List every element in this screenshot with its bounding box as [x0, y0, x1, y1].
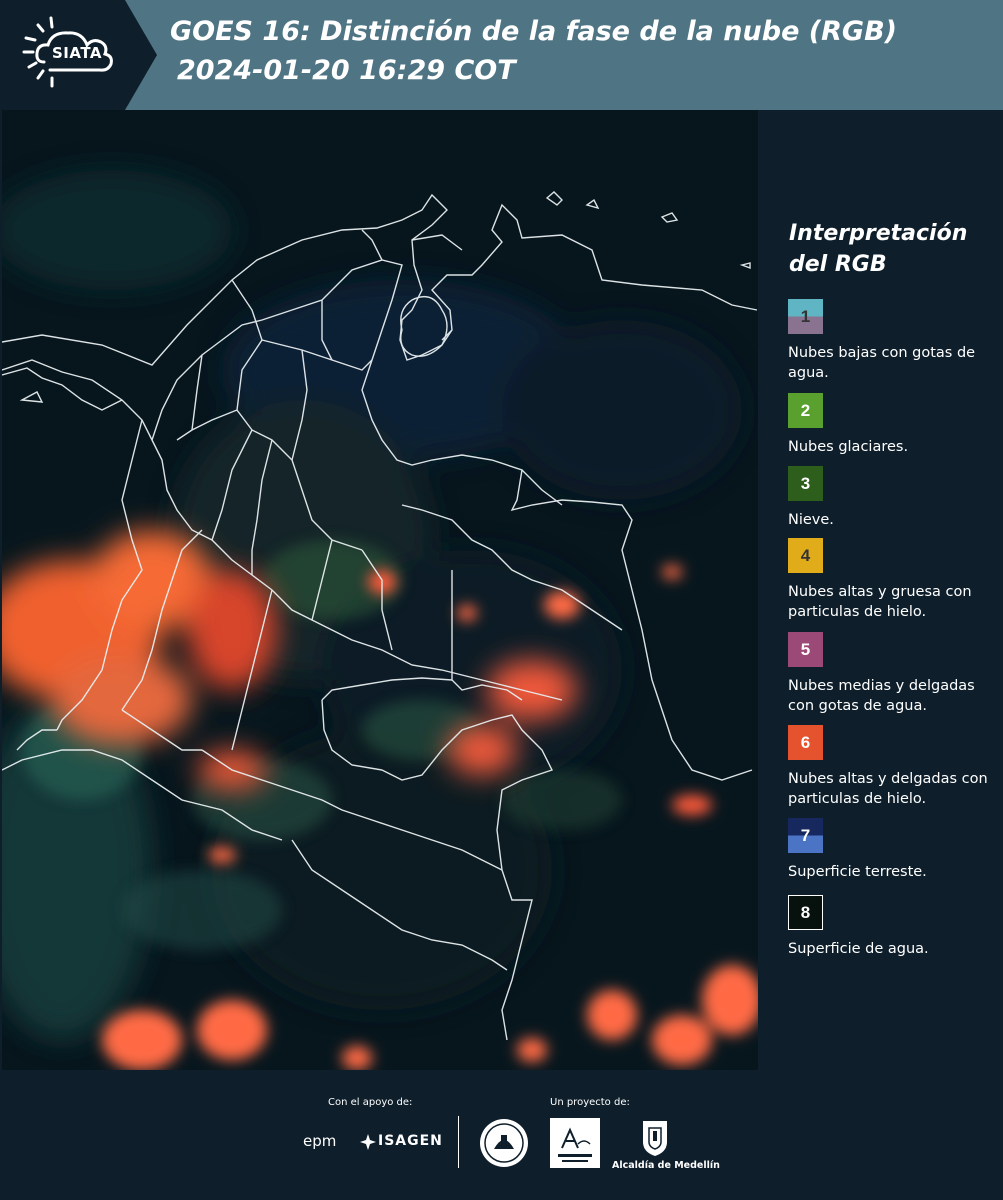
legend-swatch-1: 1: [788, 299, 823, 334]
legend-label-5: Nubes medias y delgadas con gotas de agu…: [788, 678, 975, 714]
legend-label-3: Nieve.: [788, 512, 834, 528]
legend-label-2: Nubes glaciares.: [788, 439, 909, 455]
legend-item-2: 2 Nubes glaciares.: [788, 393, 1000, 457]
isagen-logo: ISAGEN: [378, 1133, 443, 1149]
support-label: Con el apoyo de:: [328, 1097, 413, 1108]
isagen-star-icon: [360, 1134, 376, 1150]
legend-item-5: 5 Nubes medias y delgadas con gotas de a…: [788, 632, 1000, 716]
legend-item-7: 7 Superficie terreste.: [788, 818, 1000, 882]
legend-swatch-8: 8: [788, 895, 823, 930]
legend-item-6: 6 Nubes altas y delgadas con particulas …: [788, 725, 1000, 809]
siata-logo: SIATA: [0, 0, 157, 110]
satellite-map: [2, 110, 758, 1070]
area-metropolitana-logo: [550, 1118, 600, 1168]
alcaldia-label: Alcaldía de Medellín: [612, 1160, 720, 1171]
legend-label-1: Nubes bajas con gotas de agua.: [788, 345, 976, 381]
legend-swatch-2: 2: [788, 393, 823, 428]
page-title: GOES 16: Distinción de la fase de la nub…: [170, 16, 897, 47]
legend-item-1: 1 Nubes bajas con gotas de agua.: [788, 299, 1000, 383]
legend-label-7: Superficie terreste.: [788, 864, 927, 880]
legend-item-4: 4 Nubes altas y gruesa con particulas de…: [788, 538, 1000, 622]
medellin-seal-icon: [480, 1119, 528, 1167]
legend-swatch-3: 3: [788, 466, 823, 501]
satellite-map-svg: [2, 110, 758, 1070]
legend-label-4: Nubes altas y gruesa con particulas de h…: [788, 584, 972, 620]
footer: Con el apoyo de: Un proyecto de: epm ISA…: [0, 1070, 1003, 1200]
legend-title-line2: del RGB: [789, 252, 887, 277]
footer-divider: [458, 1116, 459, 1168]
legend-title-line1: Interpretación: [789, 221, 968, 246]
legend-swatch-6: 6: [788, 725, 823, 760]
legend-item-8: 8 Superficie de agua.: [788, 895, 1000, 959]
legend-swatch-4: 4: [788, 538, 823, 573]
legend-panel: Interpretación del RGB 1 Nubes bajas con…: [760, 110, 1003, 1070]
legend-item-3: 3 Nieve.: [788, 466, 1000, 530]
logo-text: SIATA: [52, 44, 103, 62]
alcaldia-shield-icon: [643, 1121, 667, 1156]
legend-swatch-5: 5: [788, 632, 823, 667]
project-label: Un proyecto de:: [550, 1097, 630, 1108]
legend-swatch-7: 7: [788, 818, 823, 853]
page-timestamp: 2024-01-20 16:29 COT: [177, 55, 516, 86]
epm-logo: epm: [303, 1132, 337, 1150]
header: SIATA GOES 16: Distinción de la fase de …: [0, 0, 1003, 110]
legend-label-6: Nubes altas y delgadas con particulas de…: [788, 771, 988, 807]
legend-label-8: Superficie de agua.: [788, 941, 929, 957]
legend-title: Interpretación del RGB: [789, 218, 999, 280]
